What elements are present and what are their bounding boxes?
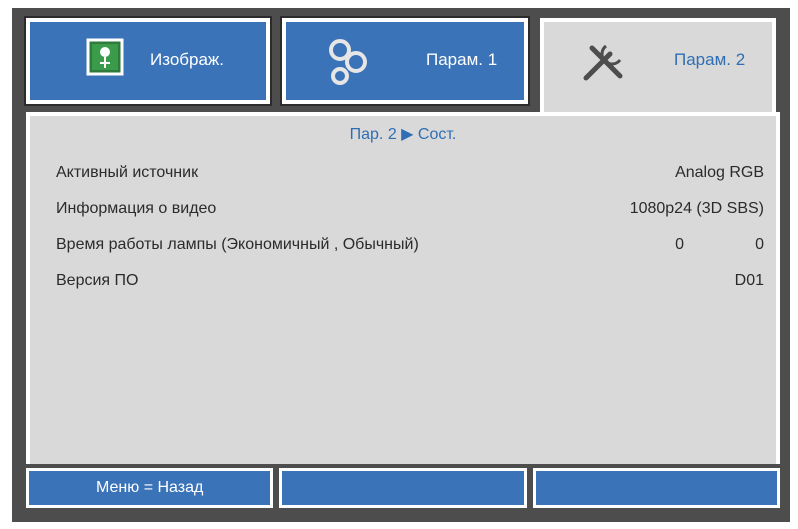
tab-settings-2[interactable]: Парам. 2: [540, 18, 776, 118]
osd-menu: Изображ. Парам. 1 Парам. 2 Пар. 2 ▶ Сост…: [12, 8, 790, 522]
footer-bar: Меню = Назад: [26, 468, 780, 508]
active-source-label: Активный источник: [56, 164, 199, 181]
tab-settings-2-label: Парам. 2: [674, 50, 746, 69]
gears-icon: [322, 34, 378, 90]
lamp-hours-normal: 0: [755, 236, 764, 253]
breadcrumb: Пар. 2 ▶ Сост.: [349, 126, 457, 143]
back-button[interactable]: Меню = Назад: [26, 468, 274, 508]
video-info-label: Информация о видео: [56, 200, 217, 217]
lamp-hours-label: Время работы лампы (Экономичный , Обычны…: [56, 236, 419, 253]
status-panel: Пар. 2 ▶ Сост. Активный источник Analog …: [26, 112, 780, 464]
tab-image[interactable]: Изображ.: [24, 16, 272, 106]
image-icon: [76, 34, 132, 90]
footer-slot-3: [532, 468, 780, 508]
video-info-value: 1080p24 (3D SBS): [629, 200, 764, 217]
lamp-hours-eco: 0: [675, 236, 684, 253]
status-row-firmware: Версия ПО D01: [56, 272, 764, 298]
active-source-value: Analog RGB: [675, 164, 764, 181]
tab-settings-1[interactable]: Парам. 1: [280, 16, 530, 106]
status-row-lamp-hours: Время работы лампы (Экономичный , Обычны…: [56, 236, 764, 262]
tab-image-label: Изображ.: [150, 50, 225, 69]
footer-slot-2: [279, 468, 527, 508]
status-row-video-info: Информация о видео 1080p24 (3D SBS): [56, 200, 764, 226]
status-row-active-source: Активный источник Analog RGB: [56, 164, 764, 190]
tab-settings-1-label: Парам. 1: [426, 50, 498, 69]
firmware-value: D01: [734, 272, 764, 289]
firmware-label: Версия ПО: [56, 272, 139, 289]
tools-icon: [576, 34, 632, 90]
